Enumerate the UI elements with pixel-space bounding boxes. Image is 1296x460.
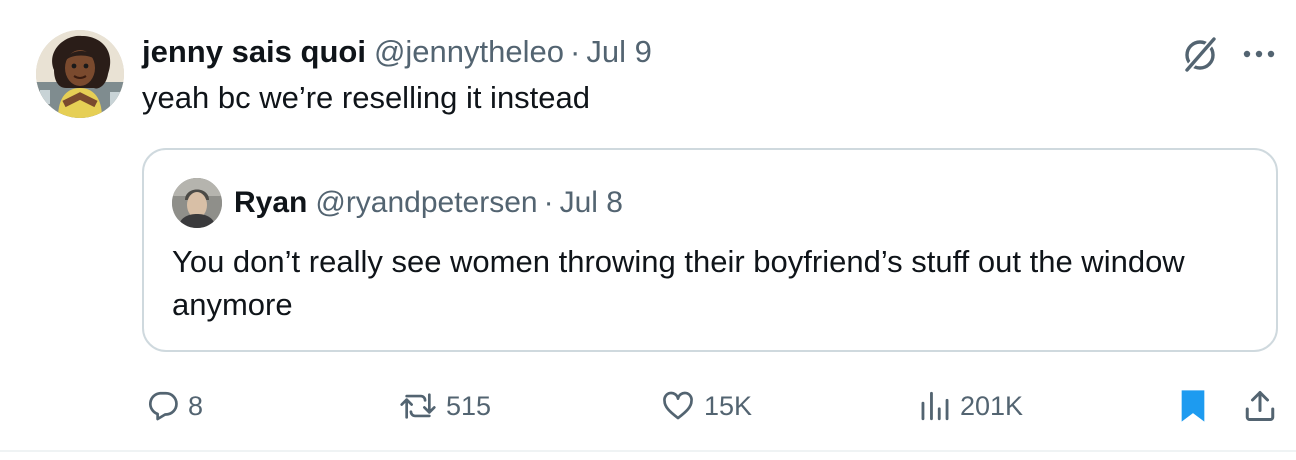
grok-icon[interactable] — [1180, 34, 1220, 74]
author-handle[interactable]: @jennytheleo — [374, 34, 564, 70]
quoted-tweet-date[interactable]: Jul 8 — [560, 186, 623, 220]
repost-icon — [400, 393, 436, 419]
quoted-author-name[interactable]: Ryan — [234, 186, 307, 220]
bookmark-filled-icon — [1181, 390, 1205, 422]
views-button[interactable]: 201K — [918, 380, 1023, 432]
bottom-divider — [0, 450, 1296, 452]
photo-avatar-icon — [172, 178, 222, 228]
views-chart-icon — [921, 391, 949, 421]
more-options-icon[interactable] — [1238, 34, 1280, 74]
quoted-author-handle[interactable]: @ryandpetersen — [315, 186, 537, 220]
repost-button[interactable]: 515 — [398, 380, 491, 432]
separator-dot: · — [543, 186, 554, 219]
cartoon-avatar-icon — [36, 30, 124, 118]
tweet-text: yeah bc we’re reselling it instead — [142, 80, 591, 115]
like-button[interactable]: 15K — [660, 380, 752, 432]
reply-count: 8 — [188, 390, 204, 421]
heart-icon — [663, 391, 693, 420]
quoted-author-avatar[interactable] — [172, 178, 222, 228]
share-icon — [1245, 391, 1275, 421]
reply-icon — [148, 391, 178, 421]
like-count: 15K — [704, 390, 753, 421]
quoted-tweet-text: You don’t really see women throwing thei… — [172, 244, 1185, 322]
repost-count: 515 — [446, 390, 492, 421]
share-button[interactable] — [1242, 380, 1278, 432]
tweet-header: jenny sais quoi @jennytheleo · Jul 9 — [142, 32, 652, 72]
author-name[interactable]: jenny sais quoi — [142, 34, 366, 70]
tweet-date[interactable]: Jul 9 — [586, 34, 651, 70]
quoted-tweet[interactable]: Ryan @ryandpetersen · Jul 8 You don’t re… — [142, 148, 1278, 352]
bookmark-button[interactable] — [1176, 380, 1210, 432]
tweet[interactable]: jenny sais quoi @jennytheleo · Jul 9 yea… — [0, 0, 1296, 460]
reply-button[interactable]: 8 — [146, 380, 203, 432]
author-avatar[interactable] — [36, 30, 124, 118]
action-bar: 8 515 15K 201K — [0, 380, 1296, 432]
views-count: 201K — [960, 390, 1024, 421]
separator-dot: · — [570, 34, 581, 69]
quoted-tweet-header: Ryan @ryandpetersen · Jul 8 — [234, 183, 623, 223]
